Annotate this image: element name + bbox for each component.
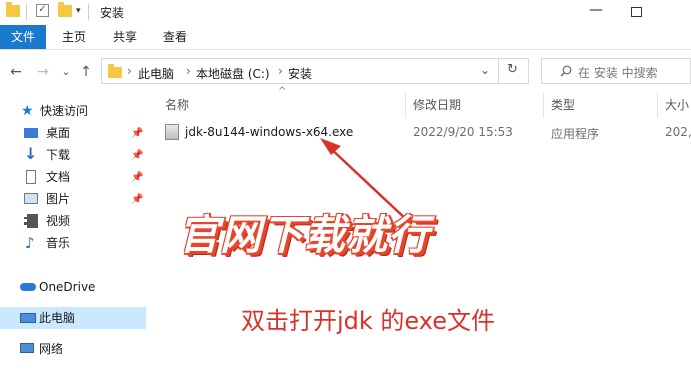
annotation-instruction: 双击打开jdk 的exe文件: [241, 307, 496, 335]
annotation-headline: 官网下载就行: [178, 211, 430, 259]
